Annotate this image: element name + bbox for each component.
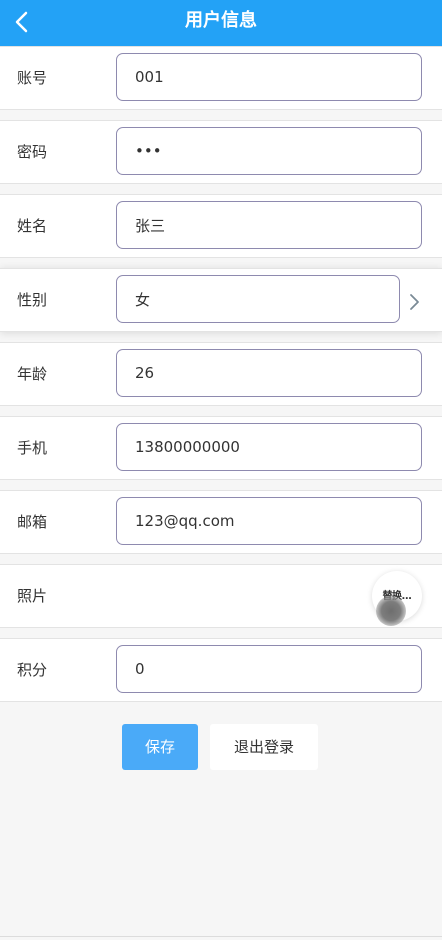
phone-input[interactable] [116, 423, 422, 471]
phone-label: 手机 [17, 439, 48, 457]
form-row-email: 邮箱 [0, 490, 442, 554]
account-label: 账号 [17, 69, 48, 87]
points-label: 积分 [17, 661, 48, 679]
app-header: 用户信息 [0, 0, 442, 46]
account-input[interactable] [116, 53, 422, 101]
points-input[interactable] [116, 645, 422, 693]
password-label: 密码 [17, 143, 48, 161]
save-button[interactable]: 保存 [122, 724, 198, 770]
photo-label: 照片 [17, 587, 48, 605]
form-row-gender[interactable]: 性别 [0, 268, 442, 332]
chevron-right-icon[interactable] [408, 293, 420, 311]
email-label: 邮箱 [17, 513, 48, 531]
bottom-divider [0, 936, 442, 937]
gender-select[interactable] [116, 275, 400, 323]
form-row-photo: 照片 替换... [0, 564, 442, 628]
avatar-image [376, 596, 406, 626]
page-title: 用户信息 [185, 10, 257, 31]
age-input[interactable] [116, 349, 422, 397]
name-label: 姓名 [17, 217, 48, 235]
form-row-account: 账号 [0, 46, 442, 110]
logout-button[interactable]: 退出登录 [210, 724, 318, 770]
gender-label: 性别 [17, 291, 48, 309]
form-row-name: 姓名 [0, 194, 442, 258]
name-input[interactable] [116, 201, 422, 249]
form-row-password: 密码 [0, 120, 442, 184]
form-row-age: 年龄 [0, 342, 442, 406]
email-input[interactable] [116, 497, 422, 545]
form-row-phone: 手机 [0, 416, 442, 480]
form-row-points: 积分 [0, 638, 442, 702]
age-label: 年龄 [17, 365, 48, 383]
password-input[interactable] [116, 127, 422, 175]
